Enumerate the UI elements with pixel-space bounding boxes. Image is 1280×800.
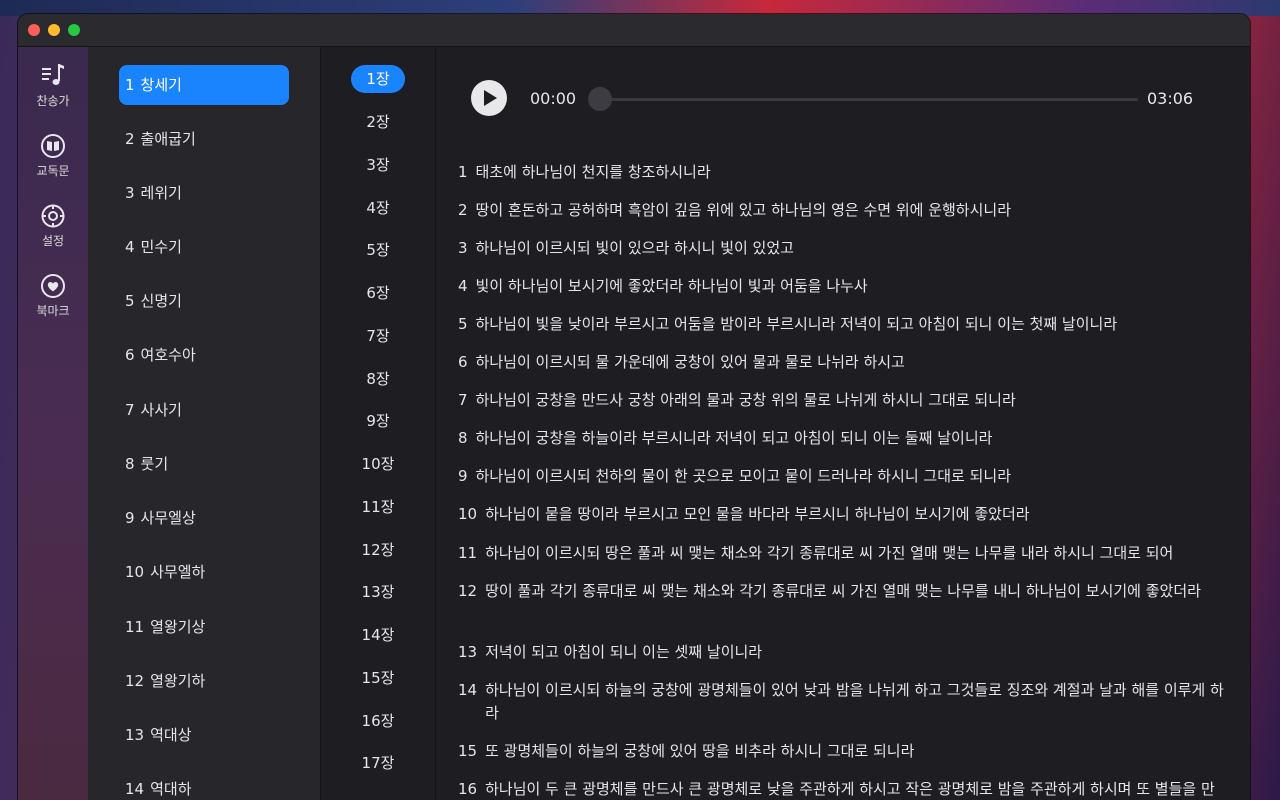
- chapter-item[interactable]: 11장: [351, 493, 405, 521]
- book-item[interactable]: 8 룻기: [119, 444, 289, 484]
- chapter-item[interactable]: 10장: [351, 450, 405, 478]
- book-item[interactable]: 7 사사기: [119, 390, 289, 430]
- book-item[interactable]: 10 사무엘하: [119, 552, 289, 592]
- sidebar-item-label: 북마크: [36, 304, 70, 318]
- chapter-item[interactable]: 9장: [351, 407, 405, 435]
- chapter-item[interactable]: 6장: [351, 279, 405, 307]
- heart-icon: [41, 274, 65, 298]
- book-item[interactable]: 4 민수기: [119, 227, 289, 267]
- book-item[interactable]: 12 열왕기하: [119, 661, 289, 701]
- chapter-item[interactable]: 17장: [351, 749, 405, 777]
- minimize-window-button[interactable]: [48, 24, 60, 36]
- sidebar-item-hymns[interactable]: 찬송가: [18, 61, 88, 109]
- book-item[interactable]: 11 열왕기상: [119, 607, 289, 647]
- book-item[interactable]: 3 레위기: [119, 173, 289, 213]
- verse-row: 12 땅이 풀과 각기 종류대로 씨 맺는 채소와 각기 종류대로 씨 가진 열매…: [458, 582, 1201, 600]
- verse-row: 13 저녁이 되고 아침이 되니 이는 셋째 날이니라: [458, 643, 763, 661]
- chapter-item[interactable]: 3장: [351, 151, 405, 179]
- verse-row: 14 하나님이 이르시되 하늘의 궁창에 광명체들이 있어 낮과 밤을 나뉘게 하…: [458, 681, 1224, 722]
- verse-row: 11 하나님이 이르시되 땅은 풀과 씨 맺는 채소와 각기 종류대로 씨 가진 …: [458, 544, 1174, 562]
- chapter-item[interactable]: 1장: [351, 65, 405, 93]
- chapter-list: 1장 2장 3장 4장 5장 6장 7장 8장 9장 10장 11장 12장 1…: [321, 47, 436, 800]
- book-icon: [41, 134, 65, 158]
- verse-row: 3 하나님이 이르시되 빛이 있으라 하시니 빛이 있었고: [458, 239, 794, 257]
- book-item[interactable]: 6 여호수아: [119, 335, 289, 375]
- title-bar: [18, 14, 1250, 47]
- book-item[interactable]: 5 신명기: [119, 281, 289, 321]
- sidebar-item-responsive-reading[interactable]: 교독문: [18, 133, 88, 179]
- book-item[interactable]: 2 출애굽기: [119, 119, 289, 159]
- total-time: 03:06: [1147, 89, 1194, 108]
- play-icon: [484, 90, 497, 106]
- verse-row: 8 하나님이 궁창을 하늘이라 부르시니라 저녁이 되고 아침이 되니 이는 둘째…: [458, 429, 993, 447]
- book-list: 1 창세기 2 출애굽기 3 레위기 4 민수기 5 신명기 6 여호수아 7 사사기 8 룻기…: [88, 47, 321, 800]
- sidebar-item-bookmarks[interactable]: 북마크: [18, 273, 88, 319]
- music-note-list-icon: [42, 64, 64, 85]
- book-item[interactable]: 9 사무엘상: [119, 498, 289, 538]
- verse-row: 2 땅이 혼돈하고 공허하며 흑암이 깊음 위에 있고 하나님의 영은 수면 위에…: [458, 201, 1011, 219]
- sidebar-item-label: 교독문: [36, 164, 70, 178]
- gear-icon: [41, 204, 65, 228]
- sidebar-item-label: 찬송가: [36, 94, 70, 108]
- chapter-item[interactable]: 14장: [351, 621, 405, 649]
- verse-row: 15 또 광명체들이 하늘의 궁창에 있어 땅을 비추라 하시니 그대로 되니라: [458, 742, 915, 760]
- book-item[interactable]: 1 창세기: [119, 65, 289, 105]
- chapter-item[interactable]: 4장: [351, 194, 405, 222]
- verse-row: 4 빛이 하나님이 보시기에 좋았더라 하나님이 빛과 어둠을 나누사: [458, 277, 868, 295]
- zoom-window-button[interactable]: [68, 24, 80, 36]
- icon-sidebar: 찬송가 교독문 설정 북마크: [18, 47, 88, 800]
- chapter-item[interactable]: 2장: [351, 108, 405, 136]
- current-time: 00:00: [530, 89, 577, 108]
- verse-row: 1 태초에 하나님이 천지를 창조하시니라: [458, 163, 711, 181]
- verse-row: 10 하나님이 뭍을 땅이라 부르시고 모인 물을 바다라 부르시니 하나님이 보…: [458, 505, 1030, 523]
- play-button[interactable]: [471, 80, 507, 116]
- progress-slider-knob[interactable]: [588, 87, 612, 111]
- verse-row: 9 하나님이 이르시되 천하의 물이 한 곳으로 모이고 뭍이 드러나라 하시니 …: [458, 467, 1011, 485]
- chapter-item[interactable]: 15장: [351, 664, 405, 692]
- chapter-item[interactable]: 5장: [351, 236, 405, 264]
- chapter-item[interactable]: 16장: [351, 707, 405, 735]
- close-window-button[interactable]: [28, 24, 40, 36]
- chapter-item[interactable]: 8장: [351, 365, 405, 393]
- chapter-item[interactable]: 7장: [351, 322, 405, 350]
- verse-row: 6 하나님이 이르시되 물 가운데에 궁창이 있어 물과 물로 나뉘라 하시고: [458, 353, 905, 371]
- verse-panel: 00:00 03:06 1 태초에 하나님이 천지를 창조하시니라 2 땅이 혼돈하…: [436, 47, 1250, 800]
- chapter-item[interactable]: 12장: [351, 536, 405, 564]
- app-window: 찬송가 교독문 설정 북마크 1 창세기 2 출애굽기 3 레위기 4 민수기 …: [18, 14, 1250, 800]
- verse-row: 7 하나님이 궁창을 만드사 궁창 아래의 물과 궁창 위의 물로 나뉘게 하시니…: [458, 391, 1016, 409]
- verse-row: 16 하나님이 두 큰 광명체를 만드사 큰 광명체로 낮을 주관하게 하시고 작…: [458, 780, 1215, 798]
- verse-row: 5 하나님이 빛을 낮이라 부르시고 어둠을 밤이라 부르시니라 저녁이 되고 아…: [458, 315, 1118, 333]
- book-item[interactable]: 13 역대상: [119, 715, 289, 755]
- book-item[interactable]: 14 역대하: [119, 769, 289, 800]
- sidebar-item-label: 설정: [41, 234, 65, 248]
- progress-track[interactable]: [602, 98, 1138, 101]
- sidebar-item-settings[interactable]: 설정: [18, 203, 88, 249]
- chapter-item[interactable]: 13장: [351, 578, 405, 606]
